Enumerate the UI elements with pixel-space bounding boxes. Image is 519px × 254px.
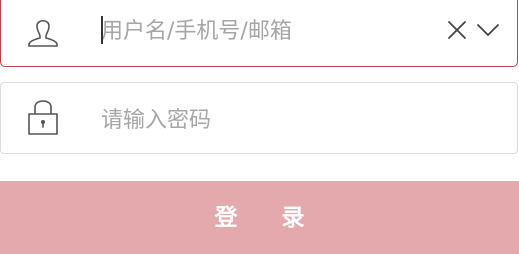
login-form: 登 录 (0, 0, 519, 254)
password-input[interactable] (101, 105, 427, 137)
username-field[interactable] (0, 0, 518, 67)
text-caret (101, 16, 103, 44)
login-button[interactable]: 登 录 (0, 181, 519, 254)
user-icon (23, 12, 63, 52)
chevron-down-icon[interactable] (475, 18, 501, 42)
password-field[interactable] (0, 82, 518, 154)
lock-icon (23, 97, 63, 137)
close-icon[interactable] (445, 18, 469, 42)
username-input[interactable] (101, 16, 427, 48)
